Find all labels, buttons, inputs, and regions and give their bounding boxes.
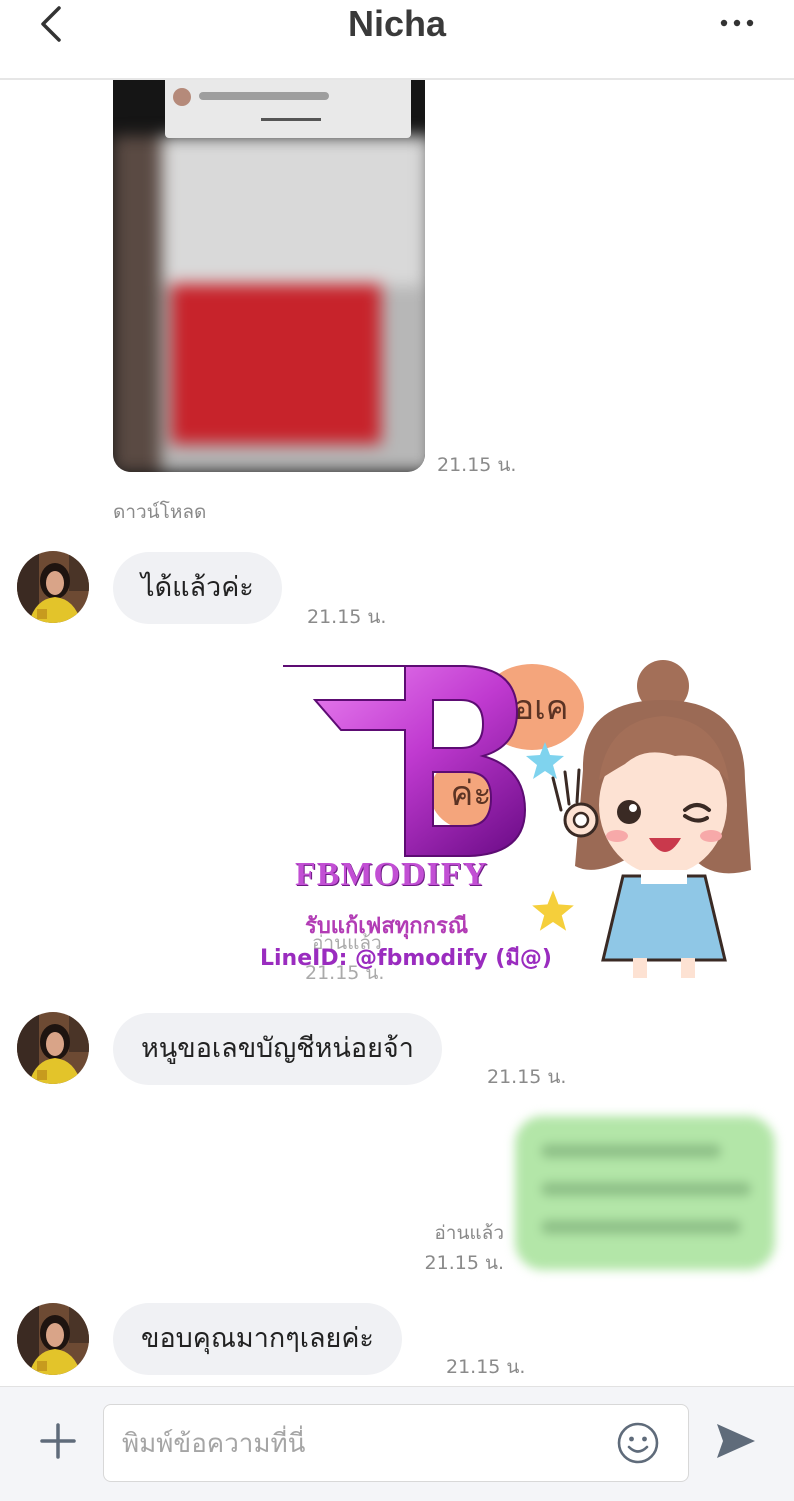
avatar[interactable] — [17, 551, 89, 623]
outgoing-message-bubble[interactable] — [515, 1116, 775, 1270]
watermark-tagline: รับแก้เฟสทุกกรณี — [305, 914, 469, 939]
image-message[interactable] — [113, 80, 425, 472]
blurred-image-content — [113, 136, 425, 472]
chat-header: Nicha — [0, 0, 794, 80]
add-attachment-button[interactable] — [30, 1413, 86, 1469]
send-button[interactable] — [708, 1413, 764, 1469]
read-status: อ่านแล้ว — [434, 1222, 504, 1244]
contact-photo — [17, 551, 89, 623]
message-input[interactable] — [120, 1405, 604, 1483]
avatar[interactable] — [17, 1303, 89, 1375]
message-time: 21.15 น. — [437, 454, 517, 476]
message-time: 21.15 น. — [446, 1356, 526, 1378]
watermark-contact: LineID: @fbmodify (มี@) — [260, 946, 552, 971]
b-logo — [283, 665, 527, 857]
send-icon — [717, 1424, 755, 1458]
image-phone-topbar — [165, 80, 411, 138]
contact-photo — [17, 1012, 89, 1084]
watermark-brand: FBMODIFY — [295, 856, 489, 893]
page-title: Nicha — [347, 3, 447, 44]
message-input-field[interactable] — [103, 1404, 689, 1483]
contact-photo — [17, 1303, 89, 1375]
message-time: 21.15 น. — [307, 606, 387, 628]
message-input-bar — [0, 1386, 794, 1501]
watermark: FBMODIFY รับแก้เฟสทุกกรณี LineID: @fbmod… — [255, 660, 555, 980]
avatar[interactable] — [17, 1012, 89, 1084]
incoming-message-bubble[interactable]: ขอบคุณมากๆเลยค่ะ — [113, 1303, 402, 1375]
message-time: 21.15 น. — [487, 1066, 567, 1088]
chat-area[interactable]: 21.15 น. ดาวน์โหลด ได้แล้วค่ะ 21.15 น. โ… — [0, 80, 794, 1386]
plus-icon — [40, 1423, 76, 1459]
more-horizontal-icon — [720, 19, 754, 27]
message-time: 21.15 น. — [424, 1252, 504, 1274]
more-options-button[interactable] — [710, 8, 764, 38]
smiley-icon[interactable] — [616, 1421, 660, 1465]
download-link[interactable]: ดาวน์โหลด — [113, 497, 206, 527]
incoming-message-bubble[interactable]: หนูขอเลขบัญชีหน่อยจ้า — [113, 1013, 442, 1085]
incoming-message-bubble[interactable]: ได้แล้วค่ะ — [113, 552, 282, 624]
